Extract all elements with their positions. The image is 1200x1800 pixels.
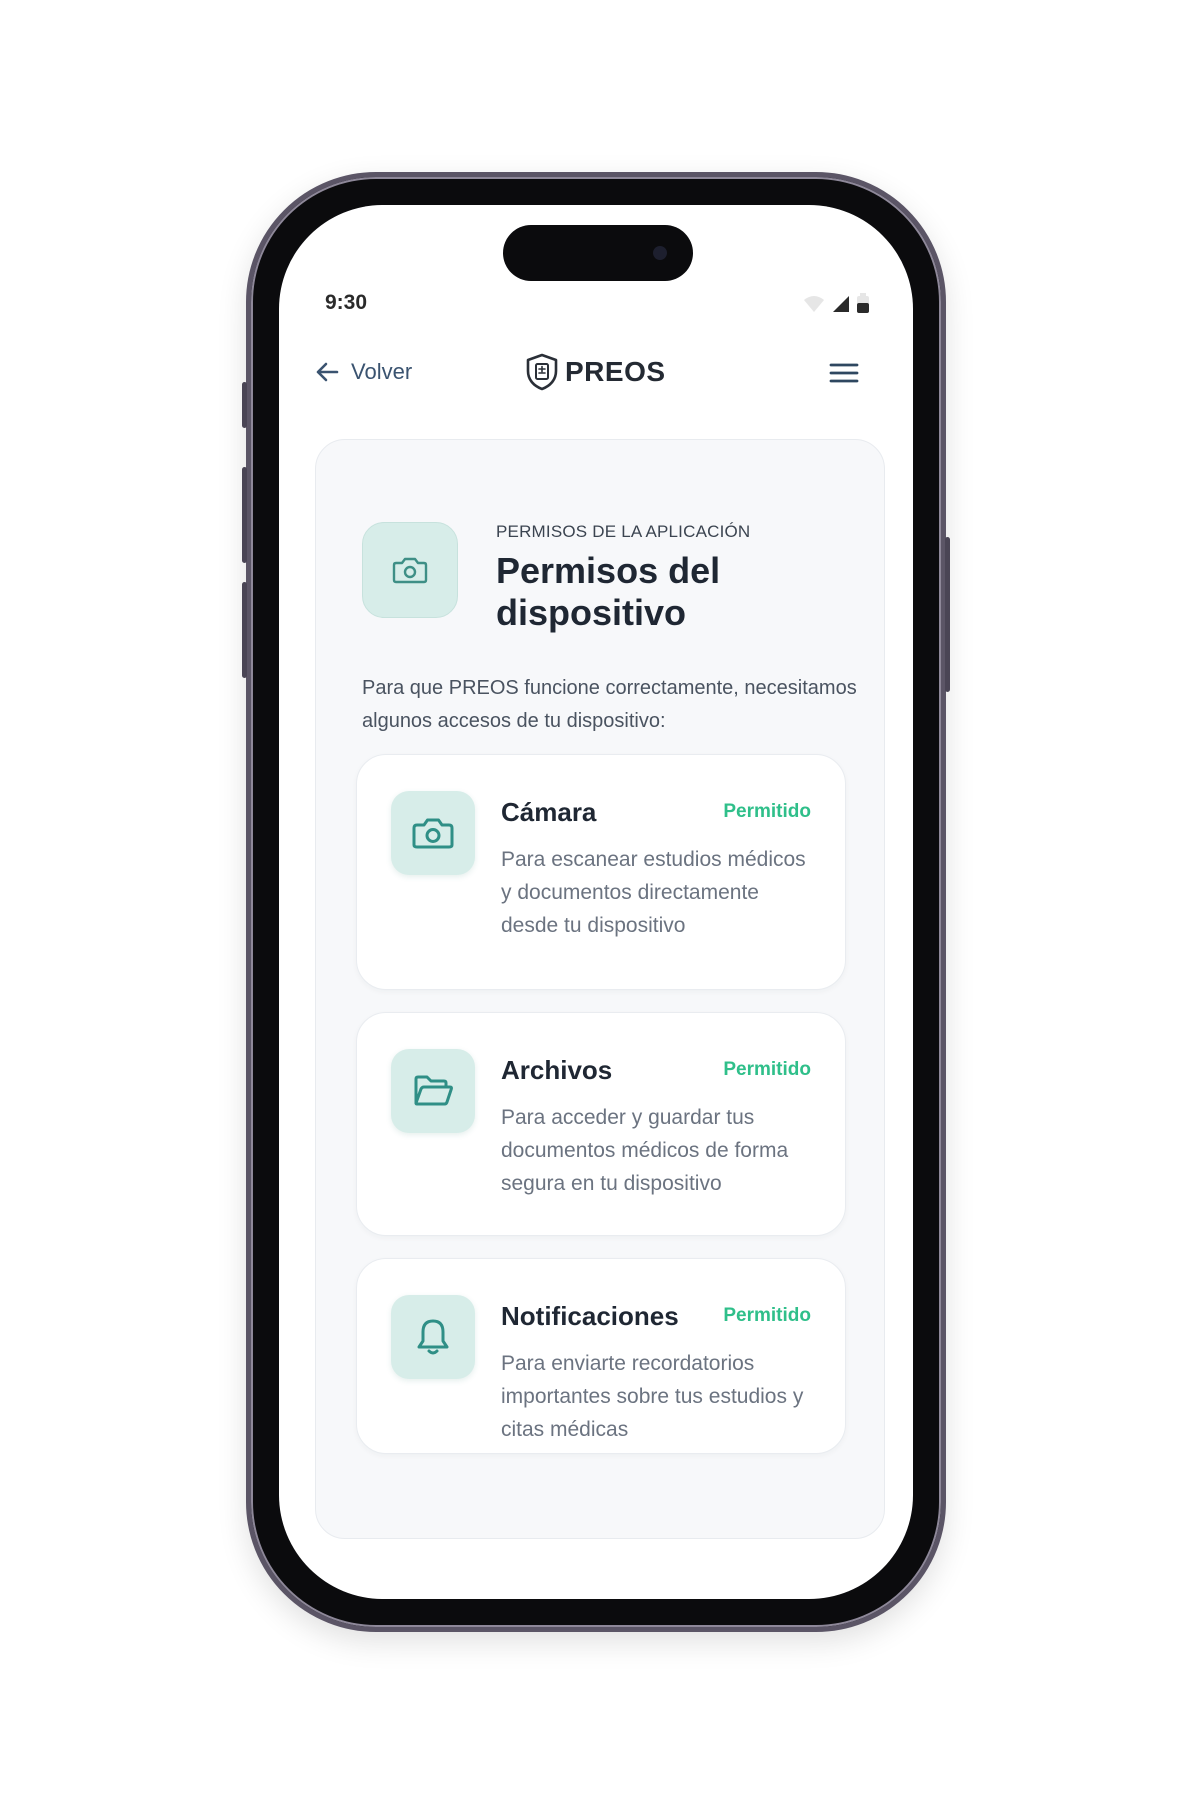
permission-icon-tile [391,791,475,875]
permissions-panel: PERMISOS DE LA APLICACIÓN Permisos del d… [315,439,885,1539]
permission-card-camera[interactable]: Cámara Permitido Para escanear estudios … [356,754,846,990]
permission-name: Cámara [501,797,597,827]
battery-icon [857,293,869,313]
phone-volume-down-button [242,582,247,678]
permission-card-notifications[interactable]: Notificaciones Permitido Para enviarte r… [356,1258,846,1454]
phone-volume-up-button [242,467,247,563]
phone-power-button [945,537,950,692]
permission-status-badge: Permitido [723,801,811,822]
permission-icon-tile [391,1049,475,1133]
permission-icon-tile [391,1295,475,1379]
brand-logo: PREOS [525,353,666,391]
back-label: Volver [351,359,413,384]
folder-open-icon [414,1075,453,1106]
status-time: 9:30 [325,291,368,314]
cellular-signal-icon [833,296,849,312]
permission-status-badge: Permitido [723,1305,811,1326]
back-button[interactable]: Volver [315,359,412,385]
camera-icon [392,557,428,584]
camera-icon [412,818,454,849]
phone-action-button [242,382,247,428]
hamburger-menu-icon [829,363,859,383]
permission-status-badge: Permitido [723,1059,811,1080]
hero-camera-tile [362,522,458,618]
app-header: Volver PREOS [279,345,913,405]
brand-name: PREOS [565,356,666,387]
phone-screen: 9:30 Volver PREOS PERMISOS DE LA APLICAC… [279,205,913,1599]
dynamic-island [503,225,693,281]
permission-name: Notificaciones [501,1301,679,1331]
phone-frame: 9:30 Volver PREOS PERMISOS DE LA APLICAC… [242,172,950,1632]
intro-text: Para que PREOS funcione correctamente, n… [362,677,857,732]
wifi-icon [804,296,824,312]
permission-description: Para enviarte recordatorios importantes … [501,1352,804,1441]
shield-document-icon [526,353,558,391]
page-title: Permisos del dispositivo [496,550,721,633]
section-eyebrow: PERMISOS DE LA APLICACIÓN [496,522,751,541]
bell-icon [417,1319,449,1355]
arrow-left-icon [316,362,339,382]
menu-button[interactable] [829,361,859,390]
permission-name: Archivos [501,1055,613,1085]
permission-description: Para escanear estudios médicos y documen… [501,848,806,937]
permission-description: Para acceder y guardar tus documentos mé… [501,1106,789,1195]
permission-card-files[interactable]: Archivos Permitido Para acceder y guarda… [356,1012,846,1236]
status-icons [803,293,869,313]
